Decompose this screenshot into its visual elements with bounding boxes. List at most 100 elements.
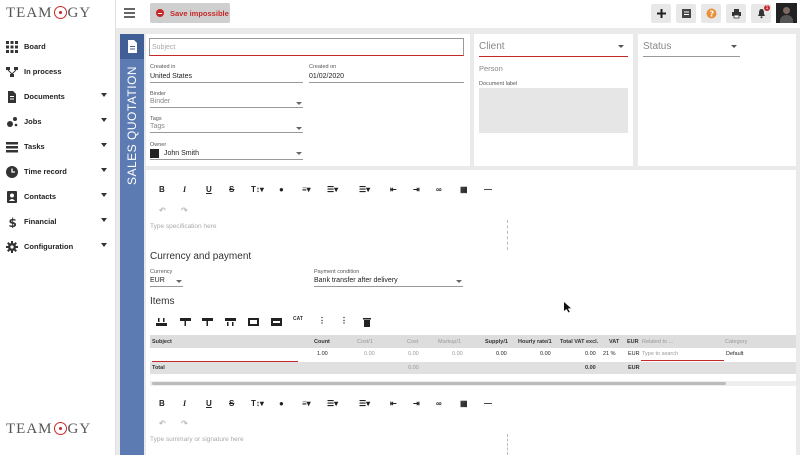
indent-icon[interactable]: ⇥ — [413, 399, 420, 408]
column-header[interactable]: Cost/1 — [357, 339, 373, 345]
currency-label: Currency — [150, 269, 173, 275]
sidebar-item-configuration[interactable]: Configuration — [0, 234, 116, 259]
table-icon[interactable]: ▦ — [460, 399, 468, 408]
horizontal-rule-icon[interactable]: — — [484, 399, 492, 408]
row-vat[interactable]: 21 % — [603, 351, 616, 357]
more-vertical-icon[interactable]: ⋮ — [340, 316, 348, 325]
tags-label: Tags — [150, 116, 162, 122]
notifications-button[interactable]: 1 — [751, 4, 771, 23]
row-category[interactable]: Default — [726, 351, 743, 357]
column-header[interactable]: VAT — [609, 339, 619, 345]
subject-input[interactable]: Subject — [149, 38, 464, 56]
underline-button[interactable]: U — [206, 185, 212, 194]
color-drop-icon[interactable]: ● — [279, 185, 284, 194]
owner-select[interactable]: John Smith — [150, 148, 303, 160]
column-header[interactable]: Cost — [407, 339, 418, 345]
sidebar-item-board[interactable]: Board — [0, 34, 116, 59]
text-size-button[interactable]: T↕▾ — [251, 185, 264, 194]
column-header[interactable]: Supply/1 — [485, 339, 508, 345]
sidebar-item-contacts[interactable]: Contacts — [0, 184, 116, 209]
text-size-button[interactable]: T↕▾ — [251, 399, 264, 408]
column-header[interactable]: EUR — [627, 339, 639, 345]
notes-button[interactable] — [676, 4, 696, 23]
color-drop-icon[interactable]: ● — [279, 399, 284, 408]
italic-button[interactable]: I — [183, 185, 186, 194]
column-header[interactable]: Category — [725, 339, 747, 345]
app-logo[interactable]: TEAM GY — [6, 4, 91, 22]
outdent-icon[interactable]: ⇤ — [390, 185, 397, 194]
italic-button[interactable]: I — [183, 399, 186, 408]
document-label-textarea[interactable] — [479, 88, 628, 133]
table-icon[interactable]: ▦ — [460, 185, 468, 194]
insert-row-above-icon[interactable] — [156, 318, 167, 326]
payment-condition-select[interactable]: Bank transfer after delivery — [314, 276, 463, 287]
insert-category-icon[interactable]: CAT — [293, 316, 303, 322]
chevron-down-icon — [296, 102, 302, 105]
sidebar-item-financial[interactable]: $ Financial — [0, 209, 116, 234]
outdent-icon[interactable]: ⇤ — [390, 399, 397, 408]
column-header[interactable]: Total VAT excl. — [560, 339, 598, 345]
redo-icon[interactable]: ↷ — [181, 206, 188, 215]
indent-icon[interactable]: ⇥ — [413, 185, 420, 194]
sidebar-item-documents[interactable]: Documents — [0, 84, 116, 109]
insert-image-row-icon[interactable] — [248, 318, 259, 326]
scrollbar-thumb[interactable] — [152, 382, 726, 385]
help-button[interactable]: ? — [701, 4, 721, 23]
binder-select[interactable]: Binder — [150, 98, 303, 108]
sidebar-item-label: In process — [24, 67, 62, 76]
related-to-input[interactable]: Type to search — [641, 348, 724, 361]
undo-icon[interactable]: ↶ — [159, 206, 166, 215]
bold-button[interactable]: B — [159, 185, 165, 194]
strikethrough-button[interactable]: S — [229, 185, 234, 194]
svg-text:?: ? — [709, 10, 714, 19]
underline-button[interactable]: U — [206, 399, 212, 408]
horizontal-rule-icon[interactable]: — — [484, 185, 492, 194]
sidebar-item-in-process[interactable]: In process — [0, 59, 116, 84]
user-avatar[interactable] — [776, 3, 797, 23]
strikethrough-button[interactable]: S — [229, 399, 234, 408]
insert-row-icon[interactable] — [202, 318, 213, 326]
column-header[interactable]: Markup/1 — [438, 339, 461, 345]
hamburger-menu-icon[interactable] — [124, 8, 135, 18]
row-markup[interactable]: 0.00 — [452, 351, 463, 357]
add-button[interactable] — [651, 4, 671, 23]
currency-select[interactable]: EUR — [150, 276, 183, 287]
link-icon[interactable]: ∞ — [436, 185, 442, 194]
items-heading: Items — [150, 296, 175, 307]
ordered-list-button[interactable]: ☰▾ — [327, 185, 338, 194]
bullet-list-button[interactable]: ☰▾ — [359, 185, 370, 194]
print-button[interactable] — [726, 4, 746, 23]
insert-row-below-icon[interactable] — [180, 318, 191, 326]
sidebar-item-jobs[interactable]: Jobs — [0, 109, 116, 134]
more-vertical-icon[interactable]: ⋮ — [318, 316, 326, 325]
column-header[interactable]: Hourly rate/1 — [518, 339, 552, 345]
summary-editor-placeholder[interactable]: Type summary or signature here — [150, 436, 244, 443]
ordered-list-button[interactable]: ☰▾ — [327, 399, 338, 408]
insert-subtotal-icon[interactable] — [225, 318, 236, 326]
sidebar-item-time-record[interactable]: Time record — [0, 159, 116, 184]
document-icon — [8, 90, 16, 103]
client-select[interactable]: Client — [479, 40, 628, 57]
link-icon[interactable]: ∞ — [436, 399, 442, 408]
tags-select[interactable]: Tags — [150, 123, 303, 133]
undo-icon[interactable]: ↶ — [159, 419, 166, 428]
save-button[interactable]: Save impossible — [150, 3, 230, 23]
column-header[interactable]: Count — [314, 339, 330, 345]
bullet-list-button[interactable]: ☰▾ — [359, 399, 370, 408]
redo-icon[interactable]: ↷ — [181, 419, 188, 428]
row-cost1[interactable]: 0.00 — [364, 351, 375, 357]
insert-text-row-icon[interactable] — [271, 318, 282, 326]
trash-icon[interactable] — [363, 317, 371, 327]
sidebar-item-label: Board — [24, 42, 46, 51]
sidebar-item-tasks[interactable]: Tasks — [0, 134, 116, 159]
column-header[interactable]: Subject — [152, 339, 172, 345]
align-button[interactable]: ≡▾ — [302, 185, 311, 194]
align-button[interactable]: ≡▾ — [302, 399, 311, 408]
status-select[interactable]: Status — [643, 40, 740, 57]
row-hourly[interactable]: 0.00 — [540, 351, 551, 357]
row-supply[interactable]: 0.00 — [496, 351, 507, 357]
column-header[interactable]: Related to ... — [642, 339, 673, 345]
spec-editor-placeholder[interactable]: Type specification here — [150, 223, 216, 230]
bold-button[interactable]: B — [159, 399, 165, 408]
row-count[interactable]: 1.00 — [317, 351, 328, 357]
